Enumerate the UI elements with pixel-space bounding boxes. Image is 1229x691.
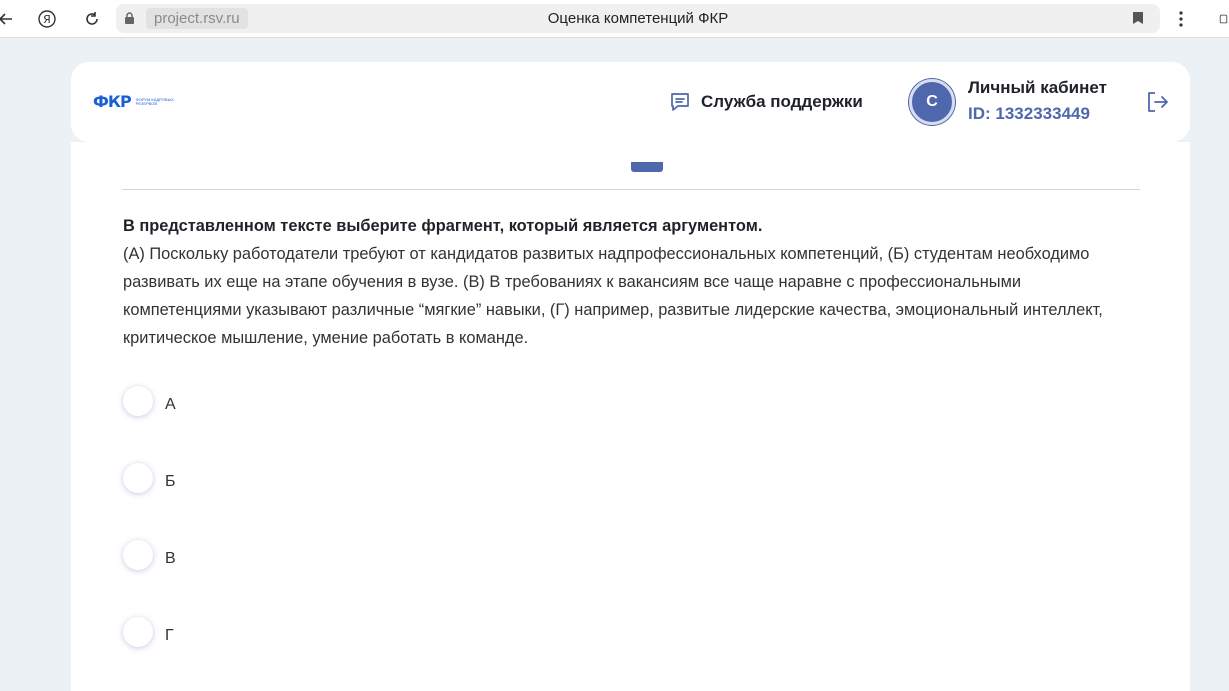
radio-button[interactable] — [123, 463, 153, 493]
logo-mark: ФКР — [93, 92, 132, 111]
svg-text:Я: Я — [43, 13, 51, 26]
question-title: В представленном тексте выберите фрагмен… — [123, 217, 763, 235]
question-card: В представленном тексте выберите фрагмен… — [71, 142, 1190, 691]
question-text: (А) Поскольку работодатели требуют от ка… — [123, 245, 1103, 347]
lock-icon — [125, 12, 134, 24]
question-block: В представленном тексте выберите фрагмен… — [123, 212, 1103, 352]
option-label: Г — [165, 627, 174, 644]
active-question-indicator — [631, 162, 663, 172]
extension-icon[interactable] — [1218, 9, 1229, 29]
user-id: ID: 1332333449 — [968, 104, 1090, 123]
chat-icon — [671, 93, 689, 111]
avatar[interactable]: С — [909, 79, 955, 125]
bookmark-icon[interactable] — [1132, 11, 1144, 25]
option-g[interactable]: Г — [123, 617, 174, 647]
menu-icon[interactable] — [1171, 9, 1191, 29]
logout-icon[interactable] — [1146, 91, 1170, 113]
yandex-icon[interactable]: Я — [37, 9, 57, 29]
url-text[interactable]: project.rsv.ru — [146, 8, 248, 29]
option-label: В — [165, 550, 176, 567]
personal-cabinet[interactable]: Личный кабинет ID: 1332333449 — [968, 77, 1107, 125]
support-label: Служба поддержки — [701, 92, 863, 111]
site-header: ФКР ФОРУМ КАДРОВЫХ РЕЗЕРВОВ Служба подде… — [71, 62, 1190, 142]
divider — [122, 189, 1140, 190]
option-b[interactable]: Б — [123, 463, 176, 493]
radio-button[interactable] — [123, 386, 153, 416]
radio-button[interactable] — [123, 540, 153, 570]
support-link[interactable]: Служба поддержки — [669, 91, 863, 113]
radio-button[interactable] — [123, 617, 153, 647]
option-label: А — [165, 396, 176, 413]
option-v[interactable]: В — [123, 540, 176, 570]
cabinet-title: Личный кабинет — [968, 78, 1107, 97]
option-a[interactable]: А — [123, 386, 176, 416]
browser-toolbar: Я project.rsv.ru Оценка компетенций ФКР — [0, 0, 1229, 38]
browser-page-title: Оценка компетенций ФКР — [547, 10, 729, 27]
address-bar[interactable]: project.rsv.ru Оценка компетенций ФКР — [116, 4, 1160, 33]
logo-caption: ФОРУМ КАДРОВЫХ РЕЗЕРВОВ — [135, 96, 174, 106]
fkr-logo[interactable]: ФКР ФОРУМ КАДРОВЫХ РЕЗЕРВОВ — [93, 92, 180, 111]
option-label: Б — [165, 473, 176, 490]
reload-icon[interactable] — [82, 9, 102, 29]
back-icon[interactable] — [0, 9, 16, 29]
